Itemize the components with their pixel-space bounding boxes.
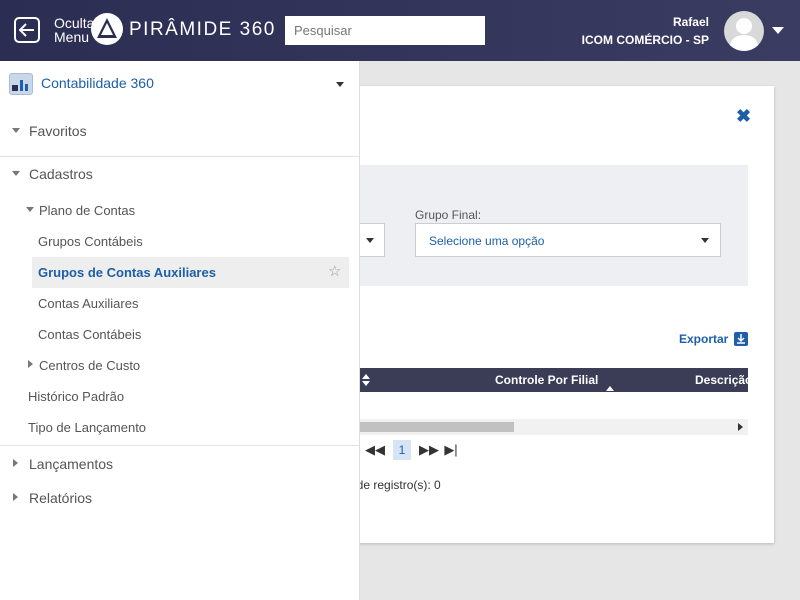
pyramid-logo-icon <box>91 13 123 45</box>
main-card: ✖ Grupo Final: Selecione uma opção Expor… <box>330 86 774 543</box>
search-input[interactable] <box>285 16 485 45</box>
sidebar-item-relatorios[interactable]: Relatórios <box>29 490 92 506</box>
table-header: Controle Por Filial Descrição <box>330 368 748 398</box>
chevron-down-icon[interactable] <box>336 82 344 87</box>
caret-down-icon <box>12 171 20 176</box>
sidebar: Contabilidade 360 Favoritos Cadastros Pl… <box>0 61 360 600</box>
logo-text: PIRÂMIDE 360 <box>129 19 276 40</box>
sidebar-item-historico-padrao[interactable]: Histórico Padrão <box>28 389 124 404</box>
group-final-value: Selecione uma opção <box>429 234 545 248</box>
column-header-descricao[interactable]: Descrição <box>695 373 748 387</box>
chevron-down-icon <box>701 238 709 243</box>
sidebar-item-tipo-lancamento[interactable]: Tipo de Lançamento <box>28 420 146 435</box>
sidebar-item-centros-de-custo[interactable]: Centros de Custo <box>39 358 140 373</box>
last-page-icon[interactable]: ▶| <box>440 442 462 458</box>
user-silhouette-icon <box>729 18 759 51</box>
user-company: ICOM COMÉRCIO - SP <box>581 33 709 47</box>
column-header-controle-filial[interactable]: Controle Por Filial <box>495 373 598 387</box>
module-selector[interactable]: Contabilidade 360 <box>0 61 359 107</box>
accounting-module-icon <box>9 73 33 95</box>
sidebar-item-grupos-contabeis[interactable]: Grupos Contábeis <box>38 234 143 249</box>
sort-icon[interactable] <box>606 386 615 398</box>
avatar[interactable] <box>724 11 764 51</box>
close-icon[interactable]: ✖ <box>736 107 751 125</box>
sidebar-item-plano-de-contas[interactable]: Plano de Contas <box>39 203 135 218</box>
caret-right-icon <box>13 493 18 501</box>
sidebar-item-grupos-contas-auxiliares[interactable]: Grupos de Contas Auxiliares <box>38 265 216 280</box>
group-final-label: Grupo Final: <box>415 208 482 222</box>
sidebar-item-contas-contabeis[interactable]: Contas Contábeis <box>38 327 141 342</box>
sidebar-item-cadastros[interactable]: Cadastros <box>29 166 93 182</box>
divider <box>0 445 359 446</box>
caret-down-icon <box>26 207 34 212</box>
download-icon[interactable] <box>734 332 748 346</box>
module-name: Contabilidade 360 <box>41 75 154 91</box>
caret-down-icon <box>12 128 20 133</box>
sidebar-item-favoritos[interactable]: Favoritos <box>29 123 87 139</box>
caret-right-icon <box>13 459 18 467</box>
arrow-left-icon <box>19 23 34 37</box>
export-link[interactable]: Exportar <box>679 332 728 346</box>
horizontal-scrollbar[interactable] <box>330 419 748 435</box>
current-page-button[interactable]: 1 <box>393 440 411 460</box>
chevron-down-icon <box>366 238 374 243</box>
sidebar-item-contas-auxiliares[interactable]: Contas Auxiliares <box>38 296 138 311</box>
scroll-right-arrow-icon[interactable] <box>738 423 743 431</box>
previous-page-icon[interactable]: ◀◀ <box>364 442 386 458</box>
hide-menu-button[interactable] <box>14 17 40 43</box>
user-menu-chevron-down-icon[interactable] <box>772 27 784 34</box>
next-page-icon[interactable]: ▶▶ <box>418 442 440 458</box>
sidebar-item-lancamentos[interactable]: Lançamentos <box>29 456 113 472</box>
user-name: Rafael <box>672 15 709 29</box>
pagination: ◀◀ 1 ▶▶ ▶| <box>364 439 462 461</box>
group-final-select[interactable]: Selecione uma opção <box>415 223 721 257</box>
caret-right-icon <box>28 360 33 368</box>
star-icon[interactable]: ☆ <box>328 264 341 279</box>
sort-icon[interactable] <box>362 374 371 386</box>
top-header: Ocultar Menu PIRÂMIDE 360 Rafael ICOM CO… <box>0 0 800 61</box>
divider <box>0 156 359 157</box>
filter-panel: Grupo Final: Selecione uma opção <box>330 165 748 286</box>
